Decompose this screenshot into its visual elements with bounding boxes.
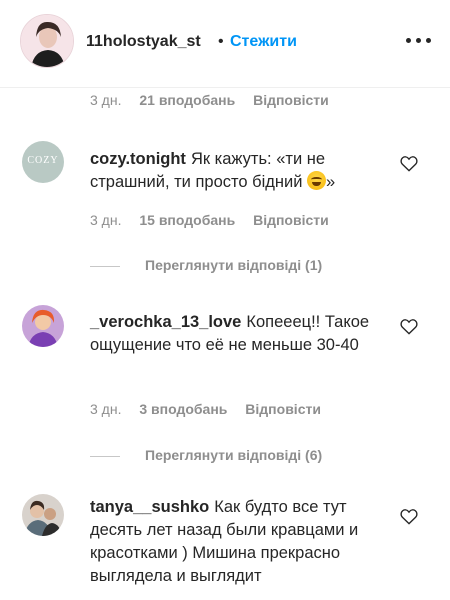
comment-meta-row: 3 дн. 3 вподобань Відповісти — [90, 401, 321, 417]
comment-age: 3 дн. — [90, 401, 122, 417]
more-options-icon[interactable] — [406, 38, 432, 46]
avatar-image — [21, 15, 73, 67]
follow-button[interactable]: Стежити — [230, 33, 297, 51]
view-replies[interactable]: Переглянути відповіді (6) — [90, 446, 390, 466]
comment-meta-row: 3 дн. 15 вподобань Відповісти — [90, 212, 329, 228]
heart-icon[interactable] — [400, 318, 418, 335]
comment-age: 3 дн. — [90, 212, 122, 228]
replies-divider — [90, 456, 120, 457]
avatar[interactable] — [22, 494, 64, 536]
comment-age: 3 дн. — [90, 92, 122, 108]
comment-body: _verochka_13_love Копееец!! Такое ощущени… — [90, 311, 390, 357]
heart-icon[interactable] — [400, 508, 418, 525]
post-header: 11holostyak_st • Стежити — [0, 0, 450, 88]
heart-icon[interactable] — [400, 155, 418, 172]
comment-username[interactable]: cozy.tonight — [90, 150, 186, 168]
comment-text-end: » — [326, 173, 336, 191]
avatar[interactable] — [22, 305, 64, 347]
comment-likes[interactable]: 21 вподобань — [139, 92, 235, 108]
comment-meta-row: 3 дн. 21 вподобань Відповісти — [90, 92, 329, 108]
reply-button[interactable]: Відповісти — [245, 401, 321, 417]
comment-body: cozy.tonight Як кажуть: «ти не страшний, … — [90, 148, 390, 194]
comment-username[interactable]: _verochka_13_love — [90, 313, 241, 331]
avatar-logo-text: COZY — [27, 155, 59, 166]
view-replies[interactable]: Переглянути відповіді (1) — [90, 256, 390, 276]
laughing-emoji-icon — [307, 171, 327, 190]
header-username[interactable]: 11holostyak_st — [86, 33, 201, 51]
comment-likes[interactable]: 3 вподобань — [139, 401, 227, 417]
profile-avatar[interactable] — [20, 14, 74, 68]
avatar-image — [22, 305, 64, 347]
avatar[interactable]: COZY — [22, 141, 64, 183]
comment-likes[interactable]: 15 вподобань — [139, 212, 235, 228]
comment-body: tanya__sushko Как будто все тут десять ле… — [90, 496, 390, 588]
separator-dot: • — [218, 33, 224, 50]
view-replies-link[interactable]: Переглянути відповіді (6) — [145, 447, 322, 463]
view-replies-link[interactable]: Переглянути відповіді (1) — [145, 257, 322, 273]
reply-button[interactable]: Відповісти — [253, 92, 329, 108]
replies-divider — [90, 266, 120, 267]
reply-button[interactable]: Відповісти — [253, 212, 329, 228]
avatar-image — [22, 494, 64, 536]
comment-username[interactable]: tanya__sushko — [90, 498, 209, 516]
